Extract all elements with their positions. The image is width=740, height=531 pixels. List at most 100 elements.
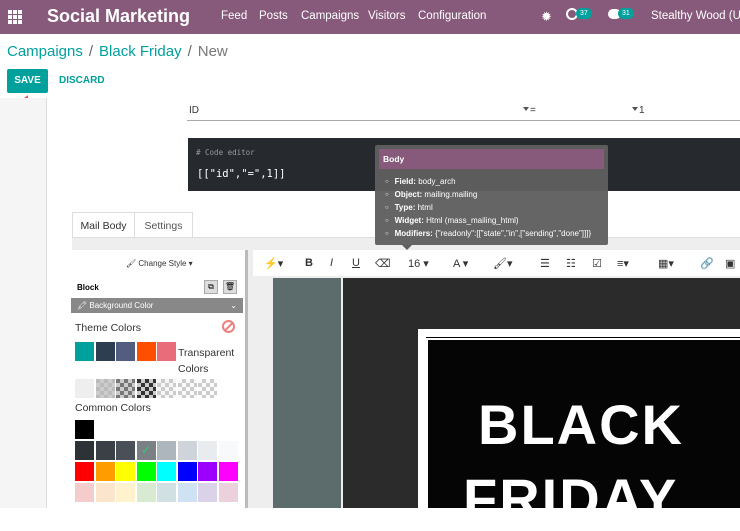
transparent-colors-label: Transparent Colors [178, 347, 235, 375]
hero-title-line1[interactable]: BLACK [478, 392, 684, 457]
hero-title-line2[interactable]: FRIDAY [463, 466, 678, 531]
color-swatch[interactable] [75, 462, 94, 481]
color-swatch[interactable] [218, 462, 238, 481]
apps-menu-icon[interactable] [8, 10, 22, 24]
color-swatch[interactable] [116, 342, 135, 361]
breadcrumb-campaigns[interactable]: Campaigns [7, 43, 83, 60]
color-swatch[interactable] [136, 462, 156, 481]
color-swatch[interactable] [198, 483, 217, 502]
color-swatch[interactable] [157, 441, 176, 460]
magic-wand-icon[interactable]: ⚡▾ [264, 257, 283, 270]
color-swatch[interactable] [95, 462, 115, 481]
color-swatch[interactable] [116, 379, 135, 398]
debug-bug-icon[interactable]: ✹ [541, 9, 552, 25]
color-swatch[interactable] [136, 379, 156, 398]
canvas-gutter [273, 278, 341, 508]
color-swatch[interactable] [157, 379, 176, 398]
color-swatch[interactable] [177, 379, 197, 398]
color-swatch[interactable] [75, 342, 94, 361]
color-swatch[interactable] [177, 462, 197, 481]
color-swatch[interactable] [218, 483, 238, 502]
table-icon[interactable]: ▦▾ [658, 257, 674, 270]
nav-visitors[interactable]: Visitors [368, 10, 406, 22]
page-background [0, 98, 46, 508]
save-button[interactable]: SAVE [7, 69, 48, 93]
color-swatch[interactable] [198, 462, 217, 481]
color-swatch[interactable] [198, 379, 217, 398]
color-swatch[interactable] [218, 441, 238, 460]
color-swatch[interactable] [177, 483, 197, 502]
chevron-down-icon [632, 107, 638, 111]
change-style-dropdown[interactable]: 🖌 Change Style ▾ [126, 259, 193, 268]
breadcrumb: Campaigns / Black Friday / New [7, 43, 228, 60]
code-editor-comment: # Code editor [196, 148, 255, 157]
color-swatch[interactable] [116, 483, 135, 502]
color-swatch[interactable] [75, 420, 94, 439]
color-swatch[interactable] [95, 379, 115, 398]
italic-button[interactable]: I [330, 257, 333, 269]
color-swatch[interactable] [136, 342, 156, 361]
user-menu[interactable]: Stealthy Wood (USA) [651, 10, 740, 22]
block-label: Block [77, 283, 99, 292]
brush-icon[interactable]: 🖌▾ [493, 257, 513, 270]
color-swatch[interactable] [177, 441, 197, 460]
top-navbar: Social Marketing Feed Posts Campaigns Vi… [0, 0, 740, 34]
font-color-dropdown[interactable]: A ▾ [453, 257, 468, 270]
color-swatch[interactable] [95, 441, 115, 460]
nav-posts[interactable]: Posts [259, 10, 288, 22]
color-swatch[interactable] [95, 342, 115, 361]
color-swatch[interactable] [75, 379, 94, 398]
app-title[interactable]: Social Marketing [47, 6, 190, 27]
font-size-dropdown[interactable]: 16 ▾ [408, 257, 429, 270]
color-swatch[interactable] [157, 462, 176, 481]
no-color-icon[interactable] [222, 320, 235, 333]
image-icon[interactable]: ▣ [725, 257, 735, 270]
domain-operator-select[interactable]: = [530, 105, 536, 116]
color-swatch[interactable] [75, 441, 94, 460]
common-colors-label: Common Colors [75, 402, 151, 414]
breadcrumb-black-friday[interactable]: Black Friday [99, 43, 182, 60]
nav-configuration[interactable]: Configuration [418, 10, 486, 22]
link-icon[interactable]: 🔗 [700, 257, 714, 270]
brush-icon: 🖌 [126, 259, 137, 268]
color-swatch[interactable] [116, 441, 135, 460]
color-swatch[interactable]: ✓ [136, 441, 156, 460]
duplicate-icon[interactable]: ⧉ [204, 280, 218, 294]
tooltip-item-object: Object: mailing.mailing [385, 188, 591, 201]
bullet-list-icon[interactable]: ☰ [540, 257, 550, 270]
color-swatch[interactable] [95, 420, 115, 439]
editor-toolbar: ⚡▾ B I U ⌫ 16 ▾ A ▾ 🖌▾ ☰ ☷ ☑ ≡▾ ▦▾ 🔗 ▣ [253, 250, 740, 276]
code-editor-text[interactable]: [["id","=",1]] [197, 168, 286, 180]
color-swatch[interactable] [157, 483, 176, 502]
background-color-dropdown[interactable]: 🖍 Background Color ⌄ [71, 298, 243, 313]
bold-button[interactable]: B [305, 257, 313, 269]
activity-count-badge: 37 [576, 8, 592, 19]
color-swatch[interactable] [116, 462, 135, 481]
color-swatch[interactable] [75, 483, 94, 502]
tooltip-item-field: Field: body_arch [385, 175, 591, 188]
tab-mail-body[interactable]: Mail Body [72, 212, 135, 238]
domain-field-select[interactable]: ID [189, 105, 199, 116]
align-icon[interactable]: ≡▾ [617, 257, 629, 270]
breadcrumb-separator: / [187, 43, 192, 60]
underline-button[interactable]: U [352, 257, 360, 269]
numbered-list-icon[interactable]: ☷ [566, 257, 576, 270]
color-swatch[interactable] [198, 441, 217, 460]
font-color-label: A [453, 258, 460, 270]
font-size-value: 16 [408, 258, 421, 270]
tooltip-title: Body [379, 149, 604, 169]
color-swatch[interactable] [157, 342, 176, 361]
discard-button[interactable]: DISCARD [59, 75, 105, 86]
color-swatch[interactable] [136, 483, 156, 502]
tooltip-details: Field: body_arch Object: mailing.mailing… [385, 175, 592, 240]
color-swatch[interactable] [95, 483, 115, 502]
domain-value-input[interactable]: 1 [639, 105, 645, 116]
eraser-icon[interactable]: ⌫ [375, 257, 391, 270]
nav-feed[interactable]: Feed [221, 10, 247, 22]
checklist-icon[interactable]: ☑ [592, 257, 602, 270]
tab-settings[interactable]: Settings [134, 212, 193, 238]
theme-colors-label: Theme Colors [75, 322, 141, 334]
trash-icon[interactable]: 🗑 [223, 280, 237, 294]
nav-campaigns[interactable]: Campaigns [301, 10, 359, 22]
field-tooltip: Body Field: body_arch Object: mailing.ma… [375, 145, 608, 245]
